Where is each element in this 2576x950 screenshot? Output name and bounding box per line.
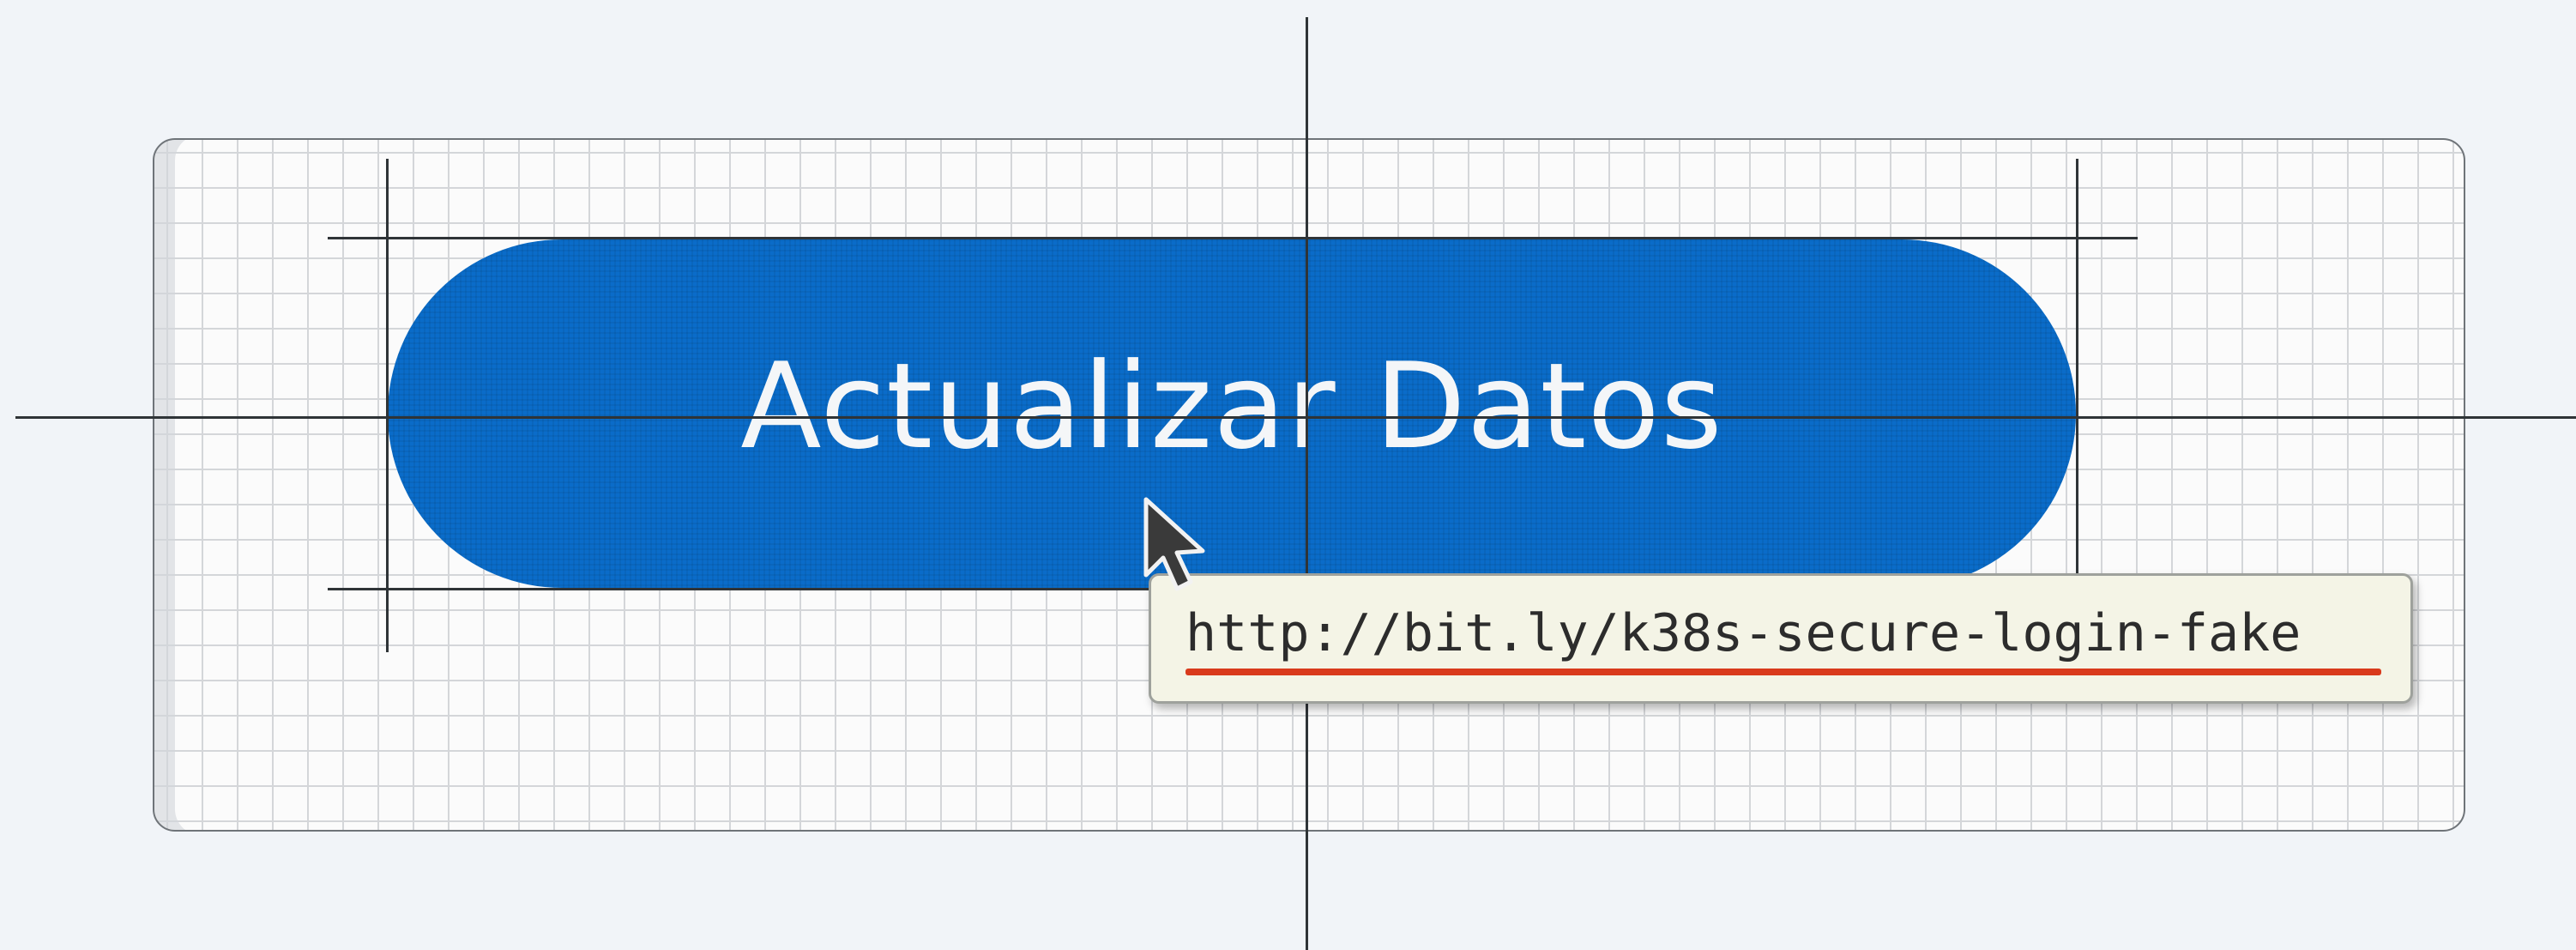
- vertical-center-guide: [1306, 17, 1308, 950]
- link-url-tooltip: http://bit.ly/k38s-secure-login-fake: [1149, 573, 2413, 704]
- url-warning-underline: [1185, 669, 2381, 675]
- crop-mark-top: [328, 237, 2138, 239]
- mouse-pointer-arrow-icon: [1143, 497, 1205, 591]
- horizontal-center-guide: [15, 416, 2576, 419]
- crop-mark-left: [386, 159, 389, 652]
- update-data-button[interactable]: Actualizar Datos: [388, 239, 2076, 588]
- link-url-text: http://bit.ly/k38s-secure-login-fake: [1185, 603, 2302, 663]
- update-data-button-label: Actualizar Datos: [740, 336, 1723, 475]
